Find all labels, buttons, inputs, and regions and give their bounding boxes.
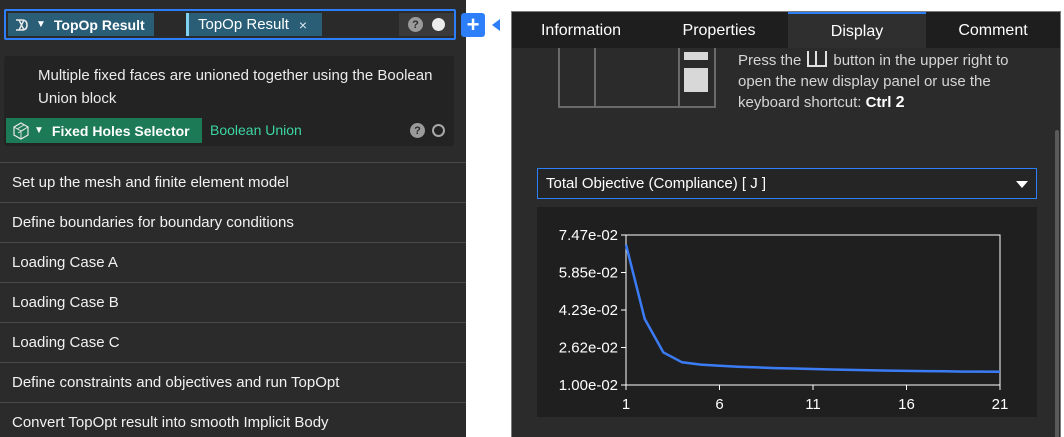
topop-result-chip[interactable]: ▼ TopOp Result [8,13,154,36]
tab-display[interactable]: Display [788,12,926,48]
workflow-panel: ▼ TopOp Result TopOp Result × ? Multiple… [0,0,466,437]
input-chip[interactable]: TopOp Result × [186,13,322,36]
help-icon[interactable]: ? [410,123,425,138]
y-tick-label: 4.23e-02 [559,302,618,319]
tab-bar: Information Properties Display Comment [512,12,1060,48]
chart-svg: 7.47e-02 5.85e-02 4.23e-02 2.62e-02 1.00e-02… [559,227,1009,413]
fixed-holes-name: Fixed Holes Selector [51,122,190,139]
list-item[interactable]: Define boundaries for boundary condition… [0,202,466,242]
topop-block-name: TopOp Result [53,16,145,33]
fixed-holes-block[interactable]: Multiple fixed faces are unioned togethe… [4,56,454,146]
x-tick-label: 16 [898,396,915,413]
boolean-union-link[interactable]: Boolean Union [210,118,302,143]
y-tick-label: 1.00e-02 [559,377,618,394]
list-item[interactable]: Loading Case A [0,242,466,282]
block-description: Multiple fixed faces are unioned togethe… [38,67,433,107]
chevron-down-icon[interactable]: ▼ [36,19,46,30]
list-item[interactable]: Convert TopOpt result into smooth Implic… [0,402,466,437]
add-block-button[interactable]: + [461,13,485,37]
y-tick-label: 5.85e-02 [559,265,618,282]
display-panel-icon [807,51,828,67]
status-dot-icon[interactable] [432,18,445,31]
help-icon[interactable]: ? [408,17,423,32]
x-tick-label: 11 [805,396,821,413]
chevron-down-icon[interactable]: ▼ [34,125,44,136]
x-tick-label: 1 [622,396,630,413]
topop-block-icon [14,17,32,33]
select-value: Total Objective (Compliance) [ J ] [546,175,767,192]
list-item[interactable]: Define constraints and objectives and ru… [0,362,466,402]
display-hint: Press the button in the upper right to op… [738,51,1009,111]
selector-icon [12,121,30,140]
tab-properties[interactable]: Properties [650,12,788,48]
x-tick-label: 6 [715,396,723,413]
shortcut-number: 2 [895,94,905,111]
tab-information[interactable]: Information [512,12,650,48]
objective-select[interactable]: Total Objective (Compliance) [ J ] [537,168,1037,199]
topop-result-block[interactable]: ▼ TopOp Result TopOp Result × ? [4,9,456,40]
list-item[interactable]: Set up the mesh and finite element model [0,162,466,202]
scrollbar[interactable] [1055,130,1059,437]
y-tick-label: 7.47e-02 [559,227,618,244]
shortcut-key: Ctrl [865,94,892,111]
panel-pointer [492,19,500,31]
objective-chart: 7.47e-02 5.85e-02 4.23e-02 2.62e-02 1.00e-02… [537,207,1037,417]
x-tick-label: 21 [992,396,1009,413]
step-list: Set up the mesh and finite element model… [0,162,466,437]
inspector-panel: Information Properties Display Comment P… [511,11,1061,437]
display-panel-illustration [558,48,716,108]
y-tick-label: 2.62e-02 [559,340,618,357]
fixed-holes-chip[interactable]: ▼ Fixed Holes Selector [6,118,202,143]
list-item[interactable]: Loading Case B [0,282,466,322]
status-ring-icon[interactable] [432,124,445,137]
close-icon[interactable]: × [299,17,307,33]
list-item[interactable]: Loading Case C [0,322,466,362]
input-chip-label: TopOp Result [198,16,289,33]
tab-comment[interactable]: Comment [926,12,1060,48]
series-line [624,244,1001,374]
dropdown-caret-icon[interactable] [1016,181,1028,188]
